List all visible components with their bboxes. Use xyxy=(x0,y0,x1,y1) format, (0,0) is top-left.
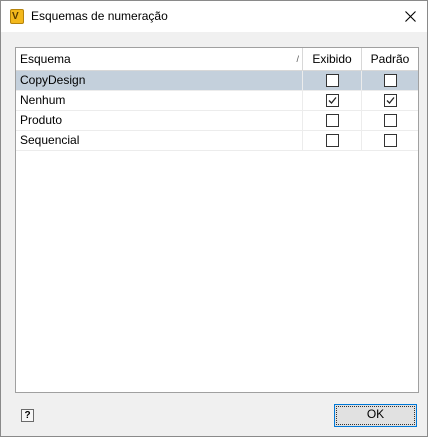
displayed-checkbox[interactable] xyxy=(326,94,339,107)
table-row[interactable]: Sequencial xyxy=(16,131,418,151)
column-header-displayed[interactable]: Exibido xyxy=(302,48,361,71)
default-checkbox[interactable] xyxy=(384,134,397,147)
table-row[interactable]: Produto xyxy=(16,111,418,131)
default-cell xyxy=(361,131,418,151)
displayed-cell xyxy=(302,111,361,131)
displayed-checkbox[interactable] xyxy=(326,74,339,87)
dialog-title: Esquemas de numeração xyxy=(31,9,168,23)
scheme-name: Produto xyxy=(20,113,63,127)
displayed-cell xyxy=(302,91,361,111)
focus-rect xyxy=(336,406,415,425)
displayed-cell xyxy=(302,131,361,151)
help-button[interactable]: ? xyxy=(21,409,34,422)
default-checkbox[interactable] xyxy=(384,74,397,87)
default-cell xyxy=(361,111,418,131)
table-row[interactable]: CopyDesign xyxy=(16,71,418,91)
checkmark-icon xyxy=(386,97,395,104)
displayed-checkbox[interactable] xyxy=(326,114,339,127)
numbering-schemes-grid[interactable]: Esquema / Exibido Padrão CopyDesign Nenhu… xyxy=(15,47,419,393)
title-bar: V Esquemas de numeração xyxy=(1,1,427,32)
sort-indicator-icon: / xyxy=(296,54,299,64)
scheme-name: CopyDesign xyxy=(20,73,86,87)
close-icon xyxy=(405,11,416,22)
grid-header: Esquema / Exibido Padrão xyxy=(16,48,418,71)
checkmark-icon xyxy=(328,97,337,104)
default-cell xyxy=(361,91,418,111)
default-checkbox[interactable] xyxy=(384,94,397,107)
vault-app-icon: V xyxy=(10,9,24,24)
displayed-cell xyxy=(302,71,361,91)
default-cell xyxy=(361,71,418,91)
close-button[interactable] xyxy=(395,1,427,32)
displayed-checkbox[interactable] xyxy=(326,134,339,147)
ok-button[interactable]: OK xyxy=(334,404,417,427)
default-checkbox[interactable] xyxy=(384,114,397,127)
column-header-scheme[interactable]: Esquema / xyxy=(16,48,302,71)
scheme-name: Sequencial xyxy=(20,133,80,147)
scheme-name: Nenhum xyxy=(20,93,66,107)
table-row[interactable]: Nenhum xyxy=(16,91,418,111)
dialog-window: V Esquemas de numeração Esquema / Exibid… xyxy=(0,0,428,437)
column-header-default[interactable]: Padrão xyxy=(361,48,418,71)
